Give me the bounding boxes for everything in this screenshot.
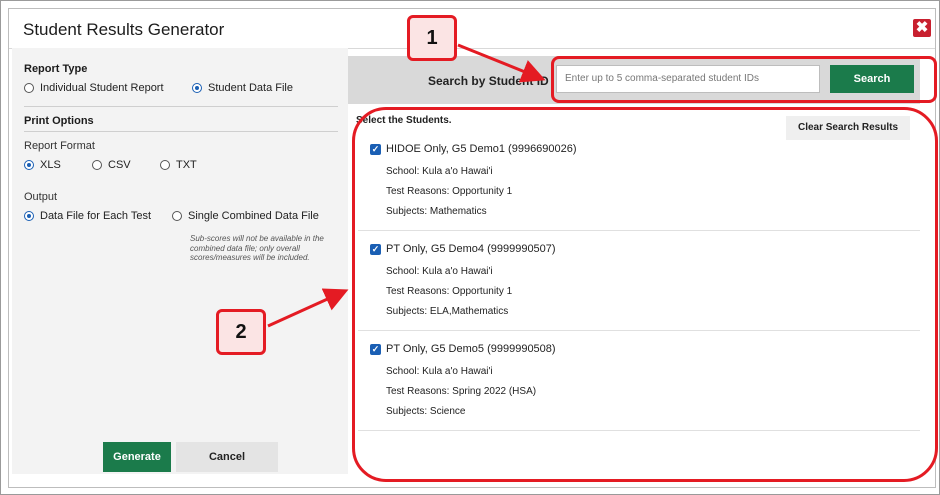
cancel-button[interactable]: Cancel [176,442,278,472]
options-panel: Report Type Individual Student Report St… [12,48,348,474]
radio-circle-icon [160,160,170,170]
radio-single-combined-file[interactable]: Single Combined Data File [172,210,319,222]
generate-button[interactable]: Generate [103,442,171,472]
radio-student-data-file[interactable]: Student Data File [192,82,293,94]
radio-circle-icon [24,83,34,93]
section-divider [24,106,338,107]
radio-selected-icon [192,83,202,93]
report-format-label: Report Format [24,140,95,152]
section-divider [24,131,338,132]
close-icon[interactable]: ✖ [913,19,931,37]
radio-format-txt[interactable]: TXT [160,159,197,171]
combined-file-note: Sub-scores will not be available in the … [190,234,324,262]
callout-badge-1: 1 [407,15,457,61]
print-options-title: Print Options [24,115,94,127]
radio-selected-icon [24,211,34,221]
dialog-title-bar: Student Results Generator ✖ [9,9,935,49]
report-type-title: Report Type [24,63,88,75]
radio-format-csv[interactable]: CSV [92,159,131,171]
search-label: Search by Student ID [428,74,549,88]
radio-circle-icon [92,160,102,170]
radio-format-xls[interactable]: XLS [24,159,61,171]
dialog-title: Student Results Generator [23,20,225,39]
callout-badge-2: 2 [216,309,266,355]
output-label: Output [24,191,58,203]
results-highlight-outline [352,107,938,482]
radio-selected-icon [24,160,34,170]
search-highlight-outline [551,56,937,103]
radio-circle-icon [172,211,182,221]
radio-data-file-each-test[interactable]: Data File for Each Test [24,210,151,222]
radio-individual-student-report[interactable]: Individual Student Report [24,82,164,94]
